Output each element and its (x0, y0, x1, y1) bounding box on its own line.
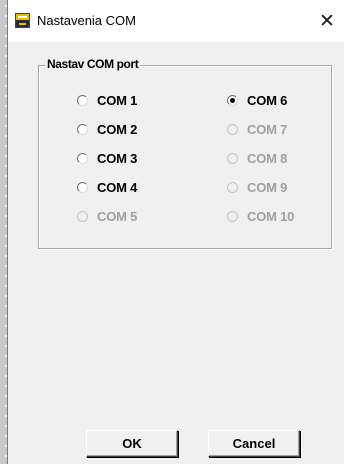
radio-button-icon (227, 210, 238, 222)
radio-label: COM 10 (247, 208, 295, 224)
radio-com6[interactable]: COM 6 (227, 91, 287, 109)
dialog-client-area: Nastav COM port COM 1 COM 2 COM 3 COM 4 … (8, 42, 344, 464)
radio-button-icon (77, 210, 88, 222)
app-icon (15, 13, 30, 28)
radio-button-icon (227, 181, 238, 193)
ok-button[interactable]: OK (86, 430, 178, 457)
radio-com7[interactable]: COM 7 (227, 120, 287, 138)
radio-com3[interactable]: COM 3 (77, 149, 137, 167)
radio-label: COM 5 (97, 208, 138, 224)
radio-label: COM 2 (97, 121, 138, 137)
dialog-window: Nastavenia COM ✕ Nastav COM port COM 1 C… (7, 0, 344, 464)
radio-button-icon (77, 181, 88, 193)
radio-label: COM 6 (247, 92, 288, 108)
radio-com8[interactable]: COM 8 (227, 149, 287, 167)
radio-label: COM 1 (97, 92, 138, 108)
radio-com2[interactable]: COM 2 (77, 120, 137, 138)
radio-button-icon (77, 152, 88, 164)
radio-com9[interactable]: COM 9 (227, 178, 287, 196)
radio-label: COM 8 (247, 150, 288, 166)
radio-label: COM 3 (97, 150, 138, 166)
radio-button-icon (77, 123, 88, 135)
radio-com10[interactable]: COM 10 (227, 207, 294, 225)
radio-com5[interactable]: COM 5 (77, 207, 137, 225)
radio-label: COM 4 (97, 179, 138, 195)
groupbox-title: Nastav COM port (45, 57, 141, 71)
radio-label: COM 9 (247, 179, 288, 195)
cancel-button[interactable]: Cancel (208, 430, 300, 457)
close-icon[interactable]: ✕ (314, 8, 340, 34)
radio-button-icon (227, 123, 238, 135)
title-bar: Nastavenia COM ✕ (8, 0, 344, 42)
radio-button-icon (227, 94, 238, 106)
radio-com4[interactable]: COM 4 (77, 178, 137, 196)
radio-label: COM 7 (247, 121, 288, 137)
radio-button-icon (227, 152, 238, 164)
window-title: Nastavenia COM (37, 13, 136, 28)
radio-com1[interactable]: COM 1 (77, 91, 137, 109)
radio-button-icon (77, 94, 88, 106)
